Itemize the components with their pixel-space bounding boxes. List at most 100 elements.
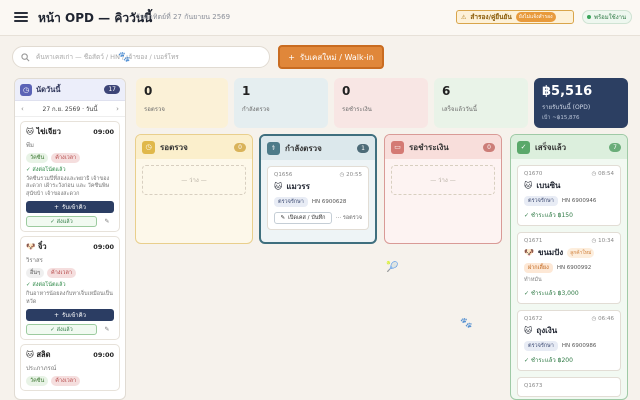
- appointment-status-tag: ค้างเวลา: [51, 376, 81, 387]
- stat-value: 0: [144, 84, 153, 98]
- queue-card[interactable]: Q1670 ◷ 08:54 🐱 เบนซิน ตรวจรักษา HN 6900…: [517, 165, 621, 226]
- warning-icon: ⚠: [461, 13, 467, 21]
- queue-time: ◷ 08:54: [591, 171, 614, 177]
- sent-button[interactable]: ✓ ส่งแล้ว: [26, 324, 97, 336]
- paid-status: ✓ ชำระแล้ว ฿150: [524, 212, 573, 219]
- prev-day-icon[interactable]: ‹: [21, 105, 24, 113]
- case-note: ทำหมัน: [524, 277, 542, 283]
- appointment-owner: พีม: [26, 142, 34, 149]
- receive-queue-button[interactable]: + รับเข้าคิว: [26, 309, 114, 322]
- receive-queue-button[interactable]: + รับเข้าคิว: [26, 201, 114, 214]
- column-count: 1: [357, 143, 369, 153]
- stat-label: รอชำระเงิน: [342, 106, 372, 113]
- search-input[interactable]: [36, 53, 256, 61]
- partner-badge[interactable]: ⚠ สำรอง/คู่ยืนยัน ยังไม่แจ้งสำรอง: [456, 10, 574, 24]
- hn-number: HN 6900992: [556, 265, 592, 271]
- appointment-type-tag: วัคซีน: [26, 376, 49, 387]
- edit-icon: ✎: [280, 215, 286, 221]
- appointment-note: กินอาหารน้อยลงกับทาเจ็บเหมือนเป็นหวัด: [26, 291, 113, 305]
- stat-waiting: 0 รอตรวจ: [136, 78, 228, 128]
- queue-pet: 🐶 ขนมปัง ลูกค้าใหม่: [524, 246, 614, 259]
- appointment-status-tag: ค้างเวลา: [51, 153, 81, 163]
- stat-done: 6 เสร็จแล้ววันนี้: [434, 78, 528, 128]
- column-count: 0: [234, 142, 246, 152]
- next-day-icon[interactable]: ›: [116, 105, 119, 113]
- stat-paying: 0 รอชำระเงิน: [334, 78, 428, 128]
- queue-card[interactable]: Q1672 ◷ 06:46 🐱 ถุงเงิน ตรวจรักษา HN 690…: [517, 310, 621, 371]
- appointment-pet: 🐱 สลิด: [26, 350, 51, 360]
- wallet-icon: ▭: [391, 140, 404, 154]
- stat-label: เสร็จแล้ววันนี้: [442, 106, 477, 113]
- yarn-ball-icon: 🎾: [386, 262, 399, 273]
- more-menu[interactable]: ··· รอตรวจ: [336, 214, 362, 222]
- hn-number: HN 6900986: [561, 343, 597, 349]
- appointment-card[interactable]: 🐱 ไข่เจียว 09:00 พีม วัคซีน ค้างเวลา ✓ ส…: [20, 121, 120, 233]
- new-customer-badge: ลูกค้าใหม่: [567, 247, 595, 258]
- paid-status: ✓ ชำระแล้ว ฿3,000: [524, 290, 579, 297]
- column-header: ◷ รอตรวจ 0: [136, 135, 252, 159]
- walkin-button[interactable]: + รับเคสใหม่ / Walk-in: [278, 45, 384, 69]
- queue-number: Q1672: [524, 316, 543, 322]
- queue-card[interactable]: Q1656 ◷ 20:55 🐱 แมวรร ตรวจรักษา HN 69006…: [267, 166, 369, 230]
- column-paying: ▭ รอชำระเงิน 0 — ว่าง —: [384, 134, 502, 244]
- appointment-time: 09:00: [93, 351, 114, 360]
- stethoscope-icon: ⚕: [267, 141, 280, 155]
- stat-value: 1: [242, 84, 251, 98]
- column-done: ✓ เสร็จแล้ว 7 Q1670 ◷ 08:54 🐱 เบนซิน ตรว…: [510, 134, 628, 400]
- queue-number: Q1656: [274, 172, 293, 178]
- appointments-panel: ◷ นัดวันนี้ 17 ‹ 27 ก.ย. 2569 · วันนี้ ›…: [14, 78, 126, 400]
- plus-icon: +: [288, 52, 295, 62]
- revenue-label: รายรับวันนี้ (OPD): [542, 104, 591, 111]
- column-title: รอตรวจ: [160, 142, 188, 152]
- stat-revenue: ฿5,516 รายรับวันนี้ (OPD) เป้า ~฿15,876: [534, 78, 628, 128]
- column-examining: ⚕ กำลังตรวจ 1 Q1656 ◷ 20:55 🐱 แมวรร ตรวจ…: [259, 134, 377, 244]
- open-case-button[interactable]: ✎ เปิดเคส / บันทึก: [274, 212, 332, 224]
- page-date: วันอาทิตย์ที่ 27 กันยายน 2569: [136, 13, 231, 21]
- paw-icon: 🐾: [118, 52, 131, 63]
- column-title: รอชำระเงิน: [409, 142, 449, 152]
- service-tag: ตรวจรักษา: [524, 196, 558, 206]
- appointment-status-tag: ค้างเวลา: [47, 268, 76, 279]
- calendar-icon: ◷: [20, 83, 32, 96]
- status-dot-icon: [587, 15, 591, 19]
- edit-icon[interactable]: ✎: [100, 216, 114, 227]
- appointment-confirm: ✓ ส่งต่อโน้ตแล้ว: [26, 282, 66, 289]
- appointment-owner: วิราสร: [26, 257, 43, 265]
- plus-icon: +: [54, 203, 60, 211]
- queue-number: Q1670: [524, 171, 543, 177]
- appointment-card[interactable]: 🐶 จิ๋ว 09:00 วิราสร อื่นๆ ค้างเวลา ✓ ส่ง…: [20, 236, 120, 341]
- appointment-time: 09:00: [93, 243, 114, 252]
- appointment-owner: ประภาภรณ์: [26, 365, 57, 373]
- column-header: ✓ เสร็จแล้ว 7: [511, 135, 627, 159]
- walkin-label: รับเคสใหม่ / Walk-in: [299, 52, 374, 62]
- appointments-title: นัดวันนี้: [36, 84, 61, 94]
- stat-value: 6: [442, 84, 451, 98]
- ready-status-badge: พร้อมใช้งาน: [582, 10, 632, 24]
- column-title: เสร็จแล้ว: [535, 142, 567, 152]
- column-count: 7: [609, 142, 621, 152]
- edit-icon[interactable]: ✎: [100, 324, 114, 335]
- ready-label: พร้อมใช้งาน: [594, 14, 627, 21]
- appointment-note: วัคซีนรวมปีที่สองและพยาธิ เจ้าของสะดวก เ…: [26, 176, 110, 197]
- appointment-type-tag: อื่นๆ: [26, 268, 45, 279]
- hn-number: HN 6900946: [561, 198, 597, 204]
- hamburger-icon[interactable]: [14, 10, 28, 24]
- sent-button[interactable]: ✓ ส่งแล้ว: [26, 216, 97, 228]
- queue-card[interactable]: Q1671 ◷ 10:34 🐶 ขนมปัง ลูกค้าใหม่ ฝากเลี…: [517, 232, 621, 304]
- queue-pet: 🐱 ถุงเงิน: [524, 326, 558, 335]
- partner-label: สำรอง/คู่ยืนยัน: [470, 13, 512, 21]
- paw-icon: 🐾: [460, 318, 473, 329]
- column-header: ⚕ กำลังตรวจ 1: [261, 136, 375, 160]
- clock-icon: ◷: [142, 140, 155, 154]
- queue-card[interactable]: Q1673: [517, 377, 621, 397]
- column-title: กำลังตรวจ: [285, 143, 322, 153]
- appointment-time: 09:00: [93, 128, 114, 136]
- revenue-target: เป้า ~฿15,876: [542, 115, 580, 121]
- appointment-confirm: ✓ ส่งต่อโน้ตแล้ว: [26, 167, 66, 173]
- appointment-card[interactable]: 🐱 สลิด 09:00 ประภาภรณ์ วัคซีน ค้างเวลา: [20, 344, 120, 392]
- stat-examining: 1 กำลังตรวจ: [234, 78, 328, 128]
- stat-value: 0: [342, 84, 351, 98]
- date-navigator: ‹ 27 ก.ย. 2569 · วันนี้ ›: [15, 101, 125, 117]
- service-tag: ตรวจรักษา: [524, 341, 558, 351]
- appointment-pet: 🐶 จิ๋ว: [26, 242, 47, 252]
